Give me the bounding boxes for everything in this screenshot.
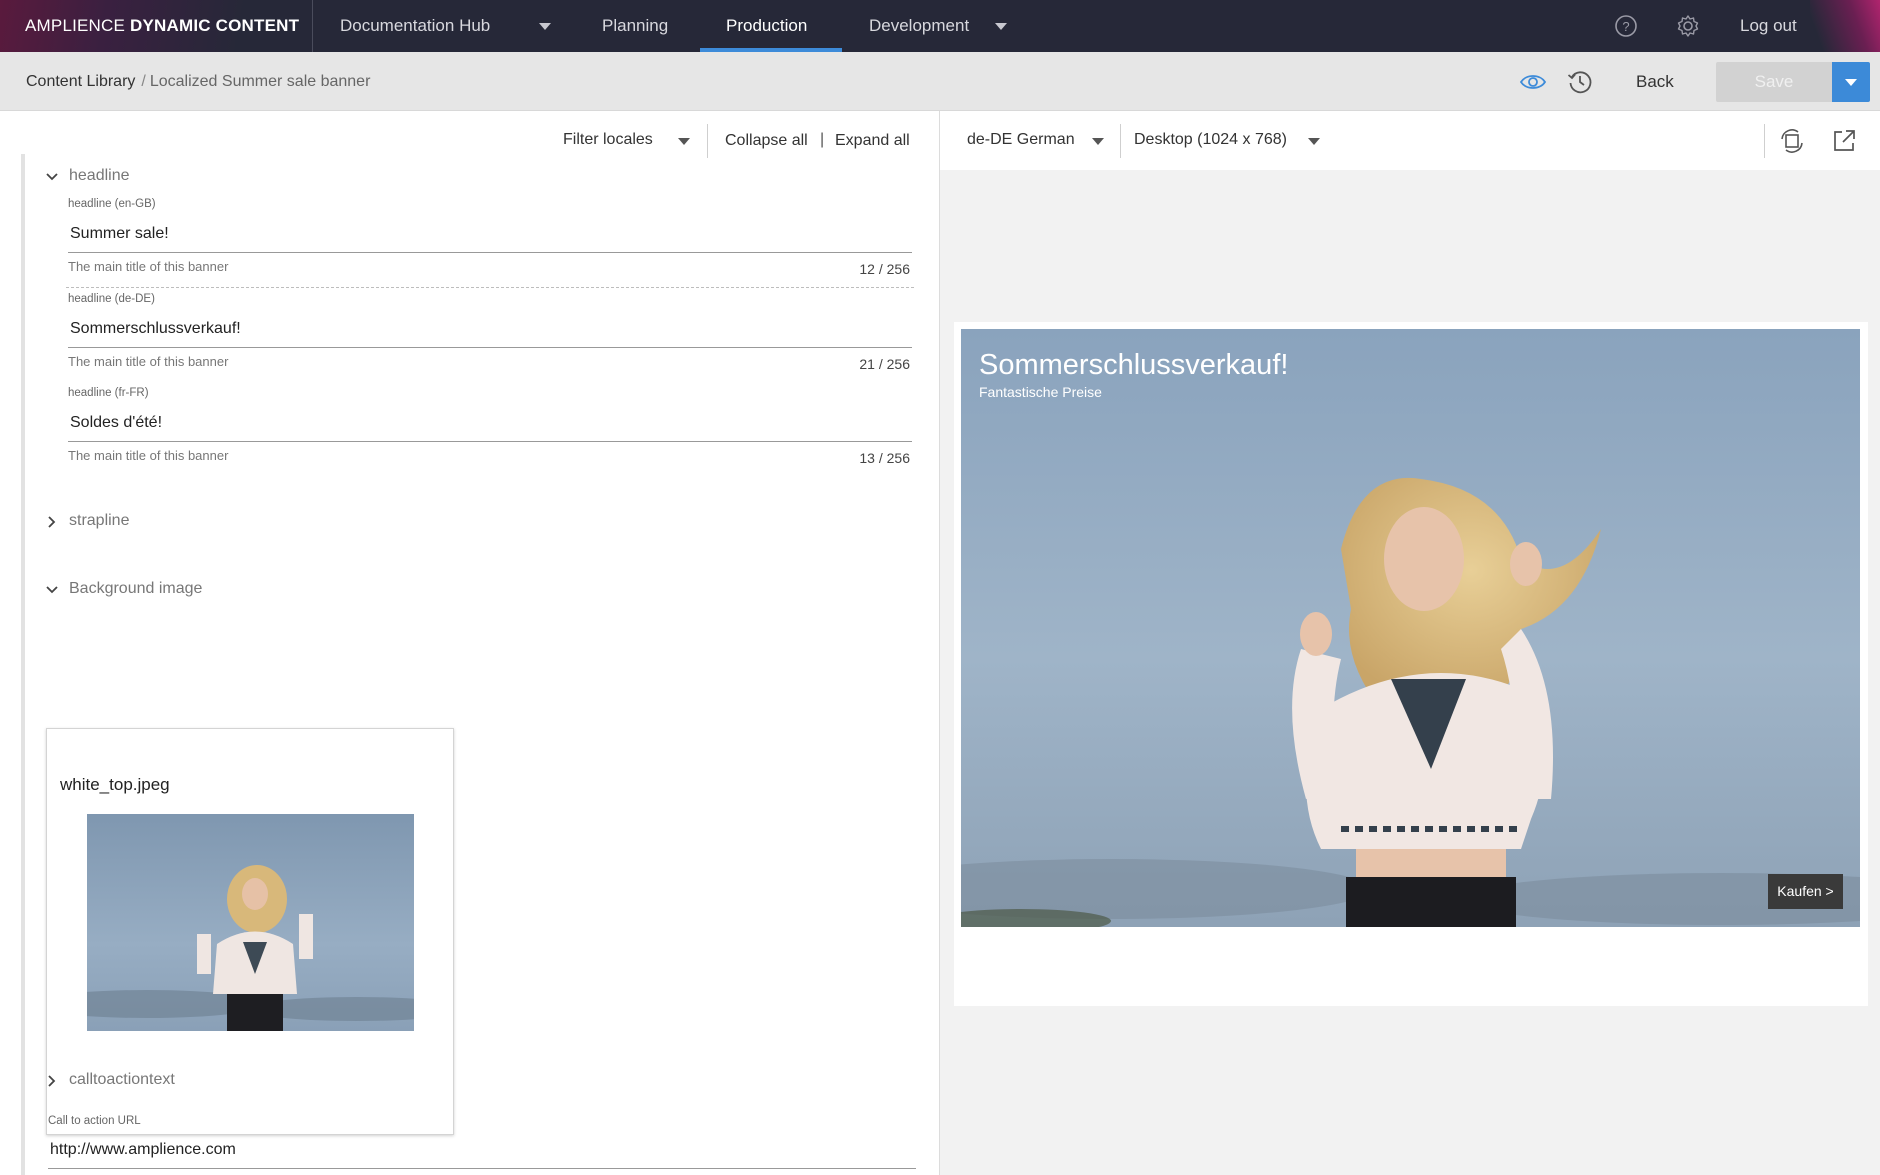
settings-icon[interactable] (1675, 13, 1701, 39)
field-help-text: The main title of this banner (68, 354, 229, 369)
cta-url-input[interactable]: http://www.amplience.com (50, 1141, 236, 1159)
headline-en-gb-input[interactable]: Summer sale! (70, 225, 169, 243)
locale-selector[interactable]: de-DE German (967, 131, 1075, 149)
character-count: 21 / 256 (859, 356, 910, 372)
nav-divider (312, 0, 313, 52)
section-title-calltoactiontext[interactable]: calltoactiontext (69, 1071, 175, 1089)
input-underline (48, 1168, 916, 1169)
filter-locales-dropdown[interactable]: Filter locales (563, 131, 653, 149)
field-help-text: The main title of this banner (68, 448, 229, 463)
toolbar-pipe: | (820, 131, 825, 148)
expand-all-button[interactable]: Expand all (835, 132, 910, 150)
toolbar-divider (707, 124, 708, 158)
headline-fr-fr-input[interactable]: Soldes d'été! (70, 414, 162, 432)
top-navigation: AMPLIENCE DYNAMIC CONTENT Documentation … (0, 0, 1880, 52)
logout-button[interactable]: Log out (1740, 0, 1797, 52)
eye-icon[interactable] (1519, 68, 1547, 96)
hub-selector[interactable]: Documentation Hub (340, 0, 490, 52)
input-underline (68, 252, 912, 253)
field-label: headline (de-DE) (68, 293, 155, 305)
back-button[interactable]: Back (1636, 52, 1674, 111)
brand-logo[interactable]: AMPLIENCE DYNAMIC CONTENT (25, 0, 299, 52)
filter-locales-chevron-down-icon[interactable] (678, 138, 690, 145)
breadcrumb: Content Library / Localized Summer sale ba… (26, 52, 370, 111)
tab-planning[interactable]: Planning (602, 0, 668, 52)
open-external-icon[interactable] (1830, 127, 1858, 155)
section-title-strapline[interactable]: strapline (69, 512, 129, 530)
tab-development[interactable]: Development (869, 0, 969, 52)
toolbar-divider (1764, 124, 1765, 158)
viewport-selector[interactable]: Desktop (1024 x 768) (1134, 131, 1287, 149)
input-underline (68, 347, 912, 348)
preview-toolbar: de-DE German Desktop (1024 x 768) (940, 111, 1880, 170)
save-chevron-down-icon (1845, 79, 1857, 86)
banner-subtitle: Fantastische Preise (979, 384, 1102, 400)
chevron-right-icon[interactable] (45, 515, 59, 529)
locale-chevron-down-icon[interactable] (1092, 138, 1104, 145)
viewport-chevron-down-icon[interactable] (1308, 138, 1320, 145)
input-underline (68, 441, 912, 442)
headline-de-de-input[interactable]: Sommerschlussverkauf! (70, 320, 241, 338)
field-help-text: The main title of this banner (68, 259, 229, 274)
section-indicator (21, 1058, 25, 1102)
chevron-down-icon[interactable] (45, 583, 59, 597)
brand-light-text: AMPLIENCE (25, 16, 126, 35)
hub-chevron-down-icon[interactable] (539, 23, 551, 30)
image-thumbnail[interactable] (87, 814, 414, 1031)
tab-production[interactable]: Production (726, 0, 807, 52)
banner-headline: Sommerschlussverkauf! (979, 349, 1289, 381)
field-label: headline (fr-FR) (68, 387, 149, 399)
character-count: 13 / 256 (859, 450, 910, 466)
development-chevron-down-icon[interactable] (995, 23, 1007, 30)
section-indicator (21, 500, 25, 544)
chevron-down-icon[interactable] (45, 170, 59, 184)
field-label: Call to action URL (48, 1115, 141, 1127)
content-editor-panel: Filter locales Collapse all | Expand all… (0, 111, 940, 1175)
svg-text:?: ? (1622, 19, 1629, 34)
section-indicator (21, 1124, 25, 1175)
nav-decoration-right (1810, 0, 1880, 52)
chevron-right-icon[interactable] (45, 1074, 59, 1088)
rotate-icon[interactable] (1778, 127, 1806, 155)
field-label: headline (en-GB) (68, 198, 156, 210)
banner-background-image (961, 329, 1860, 927)
section-title-background-image[interactable]: Background image (69, 580, 202, 598)
breadcrumb-content-library[interactable]: Content Library (26, 73, 135, 90)
image-filename: white_top.jpeg (60, 775, 170, 794)
section-title-headline[interactable]: headline (69, 167, 130, 185)
history-icon[interactable] (1566, 68, 1594, 96)
banner-preview: Sommerschlussverkauf! Fantastische Preis… (961, 329, 1860, 927)
character-count: 12 / 256 (859, 261, 910, 277)
banner-cta-button[interactable]: Kaufen > (1768, 874, 1843, 909)
locale-divider (66, 287, 914, 288)
save-options-button[interactable] (1832, 62, 1870, 102)
breadcrumb-current-item: Localized Summer sale banner (149, 73, 371, 90)
help-icon[interactable]: ? (1613, 13, 1639, 39)
thumbnail-photo (87, 814, 414, 1031)
content-item-header: Content Library / Localized Summer sale ba… (0, 52, 1880, 111)
save-button[interactable]: Save (1716, 62, 1832, 102)
toolbar-divider (1120, 124, 1121, 158)
breadcrumb-separator: / (141, 73, 146, 90)
collapse-all-button[interactable]: Collapse all (725, 132, 808, 150)
brand-bold-text: DYNAMIC CONTENT (130, 16, 300, 35)
